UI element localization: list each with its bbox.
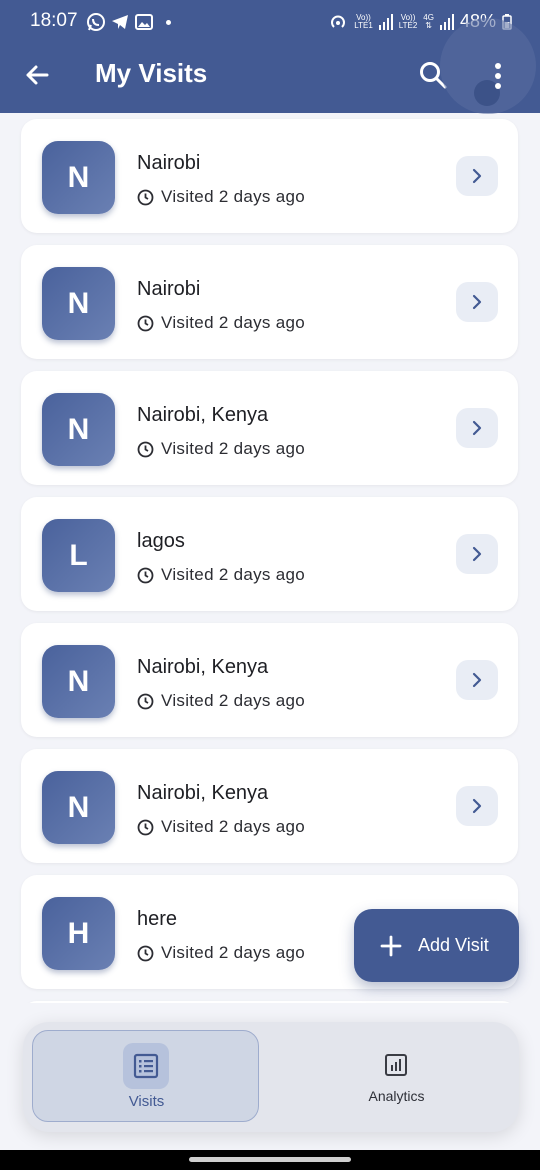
visit-title: lagos <box>137 530 185 552</box>
clock-icon <box>137 693 154 709</box>
visits-list[interactable]: N Nairobi Visited 2 days ago N Nairobi V… <box>0 113 540 1003</box>
open-visit-button[interactable] <box>456 534 498 574</box>
chevron-right-icon <box>472 294 482 310</box>
visit-title: Nairobi <box>137 278 201 300</box>
open-visit-button[interactable] <box>456 786 498 826</box>
visit-subtitle: Visited 2 days ago <box>137 817 305 837</box>
visit-avatar: N <box>42 141 115 214</box>
clock-icon <box>137 567 154 583</box>
chevron-right-icon <box>472 420 482 436</box>
visit-time: Visited 2 days ago <box>161 817 306 836</box>
page-title: My Visits <box>95 58 208 88</box>
list-icon <box>133 1053 159 1079</box>
clock-icon <box>137 441 154 457</box>
nav-analytics-label: Analytics <box>368 1088 425 1104</box>
clock-icon <box>137 189 154 205</box>
add-visit-button[interactable]: Add Visit <box>354 909 519 982</box>
visit-time: Visited 2 days ago <box>161 565 306 584</box>
visit-subtitle: Visited 2 days ago <box>137 565 305 585</box>
hotspot-icon <box>331 15 346 28</box>
visit-avatar: L <box>42 519 115 592</box>
chevron-right-icon <box>472 798 482 814</box>
visit-title: Nairobi, Kenya <box>137 656 269 678</box>
visit-time: Visited 2 days ago <box>161 313 306 332</box>
visit-card[interactable]: N Nairobi Visited 2 days ago <box>21 119 518 233</box>
sim2-label: Vo)) LTE2 <box>398 12 418 30</box>
visit-avatar: N <box>42 393 115 466</box>
nav-visits-icon-container <box>123 1043 169 1089</box>
clock-icon <box>137 315 154 331</box>
status-notification-icons <box>86 12 171 32</box>
visit-card[interactable]: L lagos Visited 2 days ago <box>21 497 518 611</box>
visit-subtitle: Visited 2 days ago <box>137 691 305 711</box>
open-visit-button[interactable] <box>456 660 498 700</box>
visit-subtitle: Visited 2 days ago <box>137 439 305 459</box>
plus-icon <box>380 935 402 956</box>
add-visit-label: Add Visit <box>418 935 489 955</box>
more-notifications-dot <box>166 19 171 25</box>
visit-card[interactable]: N Nairobi, Kenya Visited 2 days ago <box>21 749 518 863</box>
visit-time: Visited 2 days ago <box>161 943 306 962</box>
visit-avatar: H <box>42 897 115 970</box>
more-vertical-icon <box>495 63 501 89</box>
visit-avatar: N <box>42 771 115 844</box>
visit-title: here <box>137 908 178 930</box>
visit-card-partial[interactable] <box>21 1001 518 1003</box>
open-visit-button[interactable] <box>456 282 498 322</box>
visit-time: Visited 2 days ago <box>161 691 306 710</box>
visit-time: Visited 2 days ago <box>161 439 306 458</box>
sim1-label: Vo)) LTE1 <box>354 12 373 30</box>
chevron-right-icon <box>472 168 482 184</box>
app-bar: 18:07 Vo))LTE1 Vo))LTE2 4G⇅ 48% My Visit… <box>0 0 540 114</box>
visit-title: Nairobi <box>137 152 201 174</box>
more-options-button[interactable] <box>485 60 511 92</box>
open-visit-button[interactable] <box>456 156 498 196</box>
visit-title: Nairobi, Kenya <box>137 404 269 426</box>
bar-chart-icon <box>385 1054 407 1076</box>
visit-avatar: N <box>42 645 115 718</box>
signal-icon <box>378 13 393 30</box>
home-indicator[interactable] <box>189 1157 351 1162</box>
signal-icon <box>439 13 454 30</box>
telegram-icon <box>112 15 128 29</box>
network-type: 4G ⇅ <box>423 12 434 30</box>
status-time: 18:07 <box>30 10 78 31</box>
nav-item-analytics[interactable]: Analytics <box>283 1030 510 1122</box>
visit-card[interactable]: N Nairobi, Kenya Visited 2 days ago <box>21 623 518 737</box>
visit-card[interactable]: N Nairobi Visited 2 days ago <box>21 245 518 359</box>
back-button[interactable] <box>22 60 52 90</box>
visit-time: Visited 2 days ago <box>161 187 306 206</box>
arrow-left-icon <box>26 65 49 85</box>
open-visit-button[interactable] <box>456 408 498 448</box>
visit-subtitle: Visited 2 days ago <box>137 187 305 207</box>
chevron-right-icon <box>472 546 482 562</box>
nav-analytics-icon-container <box>381 1050 411 1080</box>
visit-card[interactable]: N Nairobi, Kenya Visited 2 days ago <box>21 371 518 485</box>
whatsapp-icon <box>87 13 105 31</box>
chevron-right-icon <box>472 672 482 688</box>
clock-icon <box>137 945 154 961</box>
visit-subtitle: Visited 2 days ago <box>137 943 305 963</box>
system-gesture-bar <box>0 1150 540 1170</box>
visit-subtitle: Visited 2 days ago <box>137 313 305 333</box>
nav-visits-label: Visits <box>128 1093 165 1110</box>
visit-title: Nairobi, Kenya <box>137 782 269 804</box>
gallery-icon <box>135 14 153 30</box>
visit-avatar: N <box>42 267 115 340</box>
nav-item-visits[interactable]: Visits <box>32 1030 259 1122</box>
clock-icon <box>137 819 154 835</box>
bottom-navigation: Visits Analytics <box>23 1022 519 1132</box>
